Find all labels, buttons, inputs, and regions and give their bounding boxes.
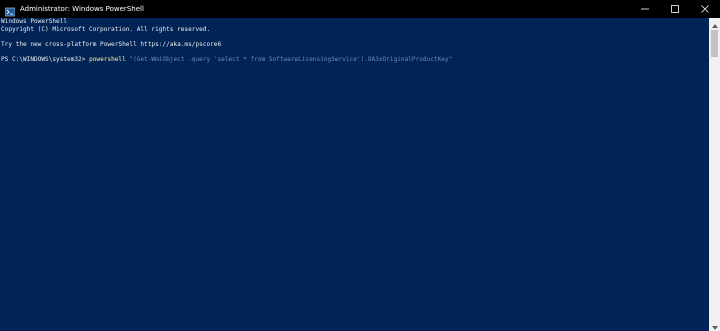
console-line: Copyright (C) Microsoft Corporation. All… — [1, 25, 211, 33]
command-line[interactable]: PS C:\WINDOWS\system32> powershell "(Get… — [1, 56, 709, 64]
scroll-up-button[interactable] — [709, 18, 720, 29]
close-icon — [701, 0, 709, 18]
maximize-button[interactable] — [660, 0, 690, 18]
prompt-text: PS C:\WINDOWS\system32> — [1, 55, 90, 63]
window-title: Administrator: Windows PowerShell — [20, 5, 144, 13]
scrollbar-thumb[interactable] — [711, 30, 718, 57]
minimize-button[interactable] — [630, 0, 660, 18]
powershell-icon — [4, 4, 16, 17]
chevron-down-icon — [711, 317, 718, 331]
console-output[interactable]: Windows PowerShell Copyright (C) Microso… — [0, 18, 709, 331]
command-arguments: "(Get-WmiObject -query 'select * from So… — [125, 55, 453, 63]
window-controls — [630, 0, 720, 18]
console-line: Try the new cross-platform PowerShell ht… — [1, 40, 222, 48]
maximize-icon — [671, 0, 679, 18]
minimize-icon — [641, 0, 649, 18]
powershell-window: Administrator: Windows PowerShell Window… — [0, 0, 720, 331]
console-line: Windows PowerShell — [1, 18, 68, 25]
scroll-down-button[interactable] — [709, 320, 720, 331]
vertical-scrollbar[interactable] — [709, 18, 720, 331]
command-keyword: powershell — [89, 55, 126, 63]
title-bar[interactable]: Administrator: Windows PowerShell — [0, 0, 720, 18]
